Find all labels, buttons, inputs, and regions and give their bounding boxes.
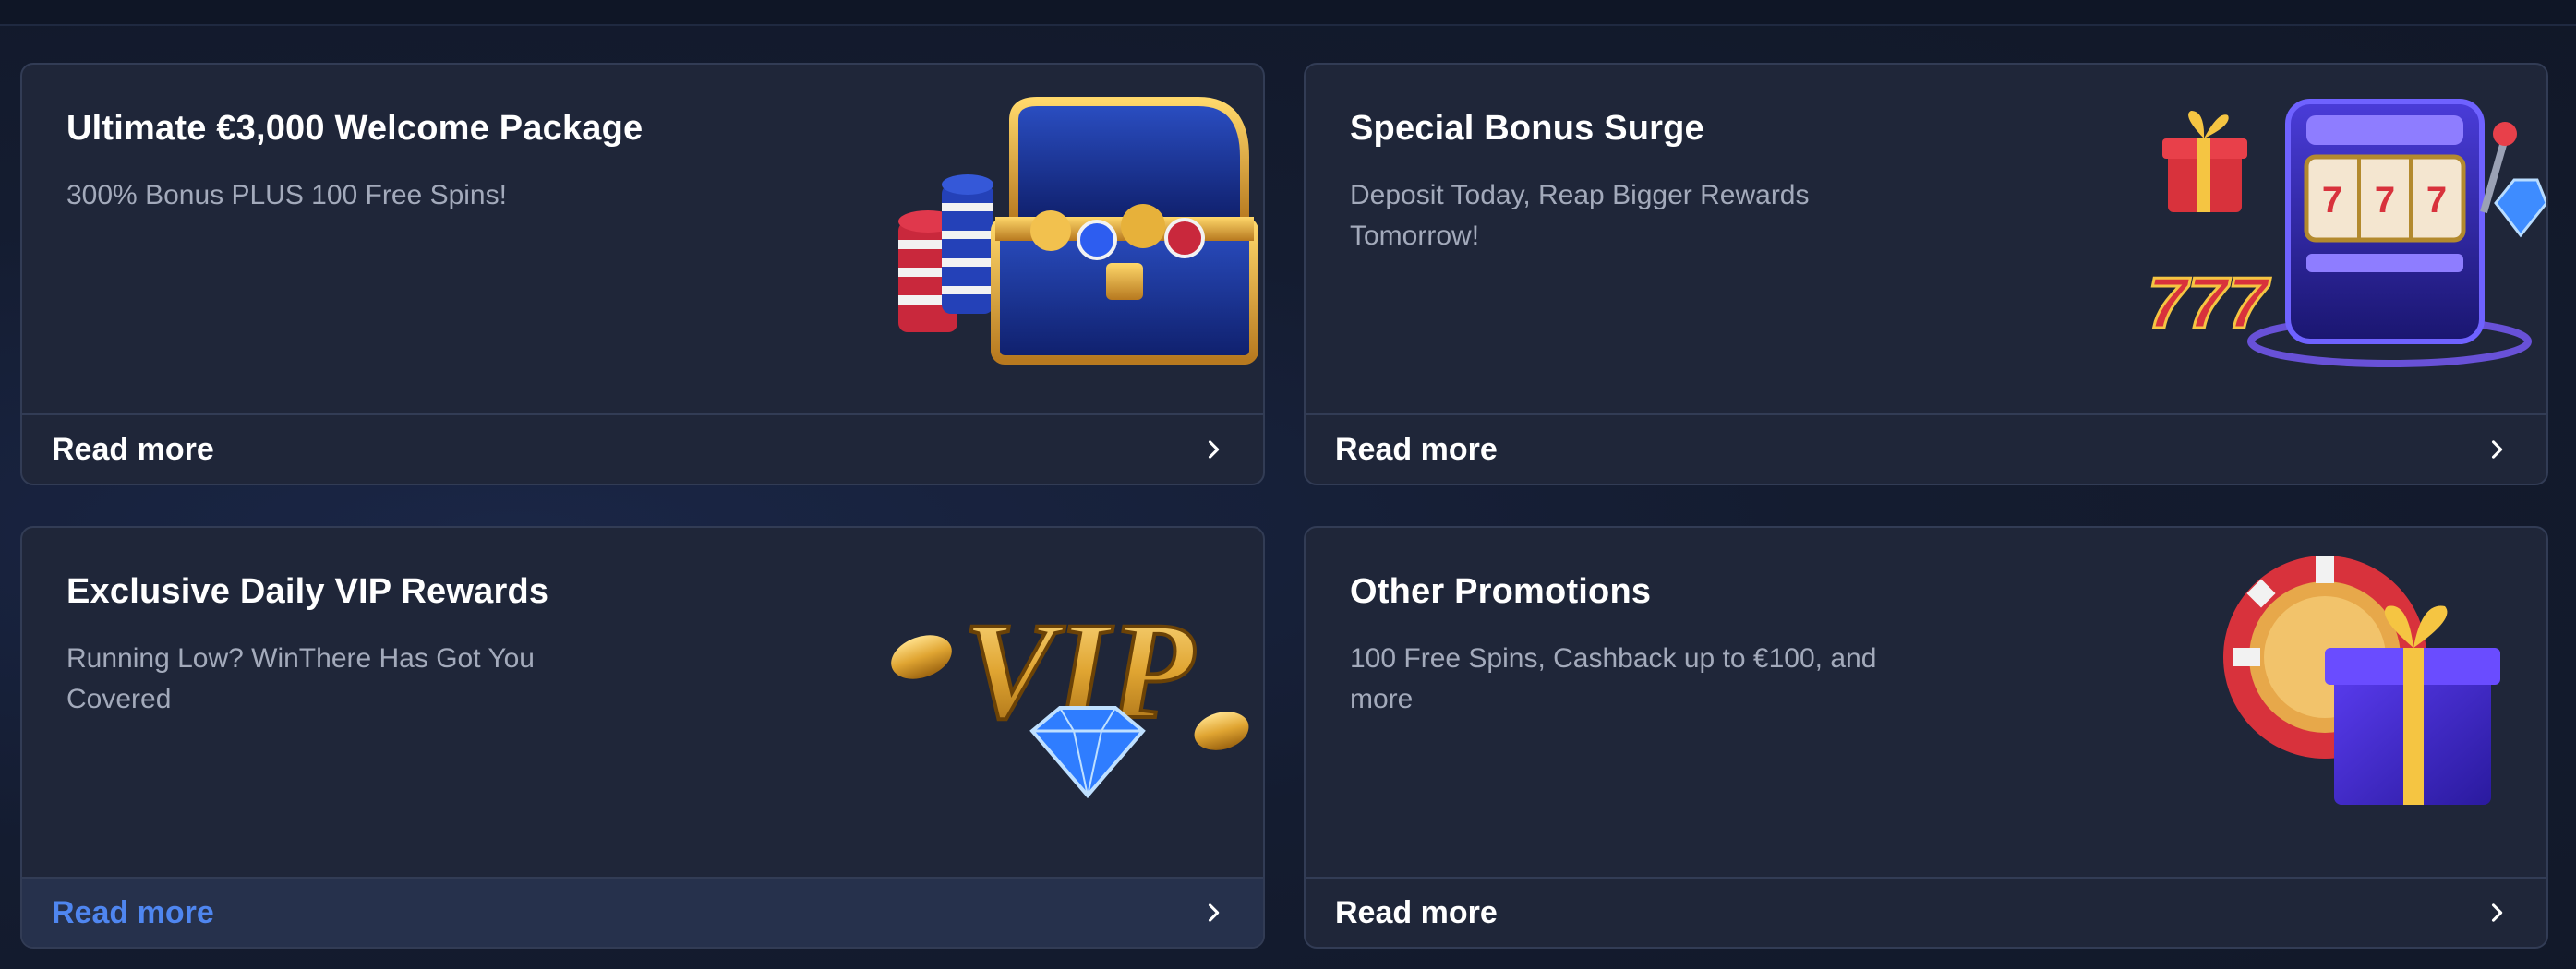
svg-text:7: 7	[2426, 180, 2447, 221]
gift-box	[2162, 111, 2247, 212]
slot-machine-illustration: 7 7 7 777	[2147, 99, 2546, 367]
blue-chip-stack	[942, 174, 993, 314]
promotions-page: Ultimate €3,000 Welcome Package 300% Bon…	[0, 0, 2576, 969]
svg-text:7: 7	[2375, 180, 2395, 221]
diamond	[1029, 706, 1146, 799]
read-more-link[interactable]: Read more	[1306, 877, 2546, 947]
treasure-chest-illustration	[898, 97, 1258, 365]
promo-card-welcome-package[interactable]: Ultimate €3,000 Welcome Package 300% Bon…	[20, 63, 1265, 485]
vip-illustration: VIP	[891, 592, 1249, 799]
card-title: Exclusive Daily VIP Rewards	[66, 572, 549, 611]
chevron-right-icon	[2491, 903, 2503, 922]
777-graphic: 777	[2148, 262, 2271, 343]
chevron-right-icon	[1208, 440, 1220, 459]
read-more-label: Read more	[1335, 431, 1498, 467]
card-subtitle: 100 Free Spins, Cashback up to €100, and…	[1350, 643, 1877, 714]
chip-and-gift-illustration	[2223, 556, 2500, 805]
read-more-link[interactable]: Read more	[22, 877, 1263, 947]
read-more-link[interactable]: Read more	[22, 413, 1263, 484]
card-title: Ultimate €3,000 Welcome Package	[66, 109, 644, 148]
chevron-right-icon	[1208, 903, 1220, 922]
card-subtitle: 300% Bonus PLUS 100 Free Spins!	[66, 180, 507, 210]
card-subtitle: Running Low? WinThere Has Got You Covere…	[66, 643, 535, 714]
read-more-label: Read more	[1335, 894, 1498, 930]
promo-card-other-promotions[interactable]: Other Promotions 100 Free Spins, Cashbac…	[1304, 526, 2548, 949]
svg-text:7: 7	[2322, 180, 2342, 221]
promo-card-vip-rewards[interactable]: Exclusive Daily VIP Rewards Running Low?…	[20, 526, 1265, 949]
card-title: Other Promotions	[1350, 572, 1652, 611]
card-title: Special Bonus Surge	[1350, 109, 1704, 148]
top-bar	[0, 0, 2576, 26]
chevron-right-icon	[2491, 440, 2503, 459]
card-subtitle: Deposit Today, Reap Bigger Rewards Tomor…	[1350, 180, 1810, 251]
chest	[991, 97, 1258, 365]
promo-card-bonus-surge[interactable]: Special Bonus Surge Deposit Today, Reap …	[1304, 63, 2548, 485]
read-more-label: Read more	[52, 894, 214, 930]
slot-machine: 7 7 7	[2247, 99, 2532, 367]
read-more-link[interactable]: Read more	[1306, 413, 2546, 484]
read-more-label: Read more	[52, 431, 214, 467]
diamond	[2494, 178, 2546, 238]
